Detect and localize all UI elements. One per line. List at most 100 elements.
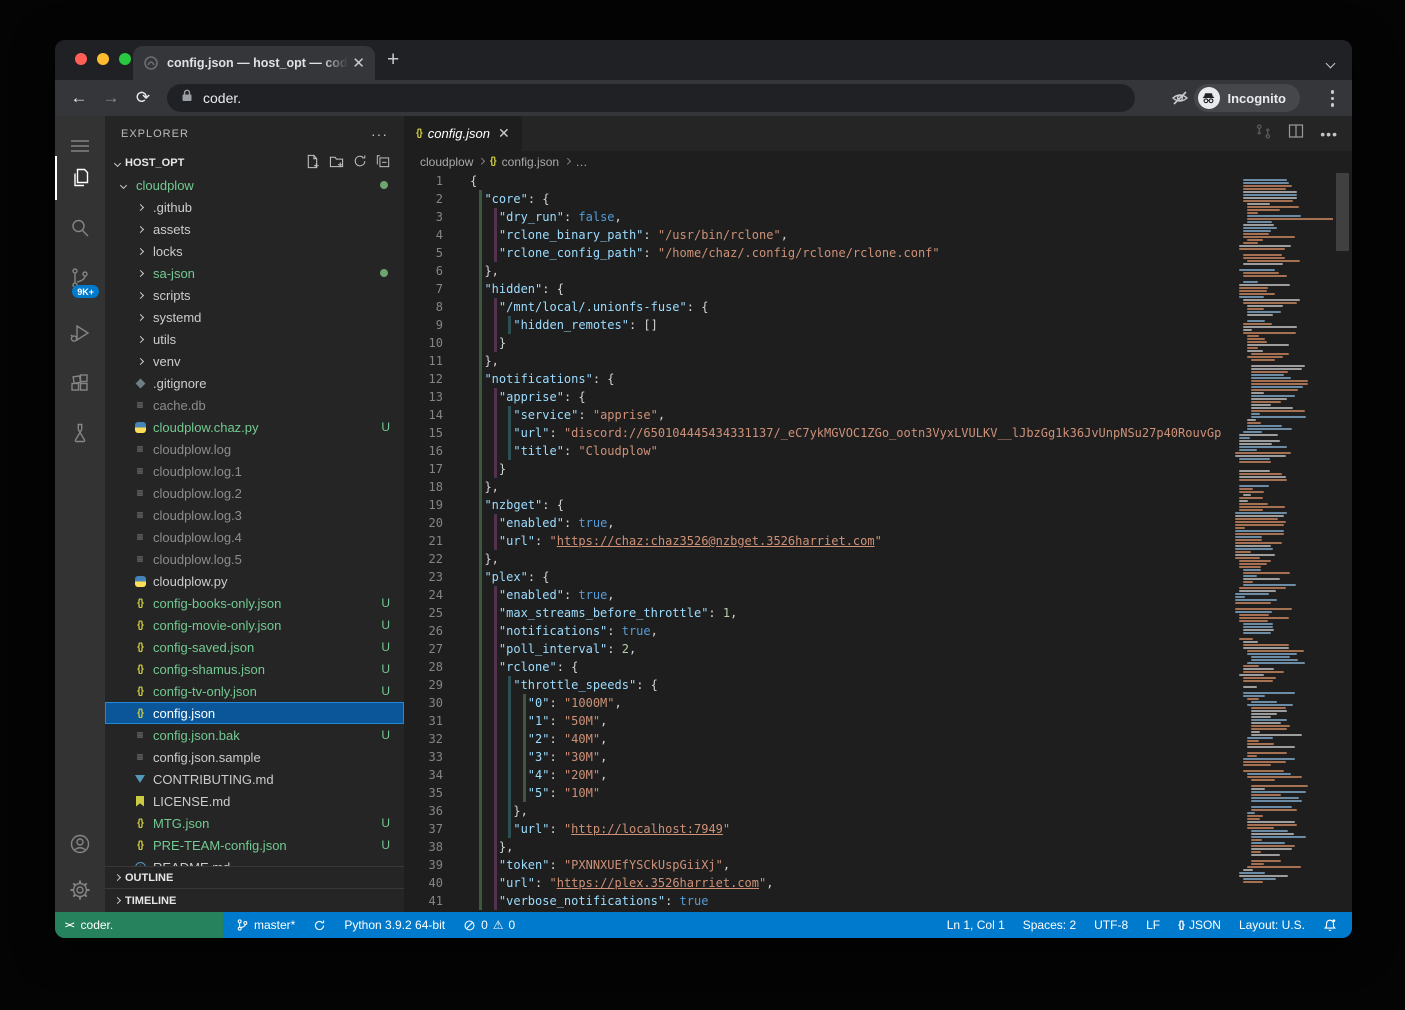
code-line-6[interactable]: 6 }, [404,262,1233,280]
forward-button[interactable]: → [95,88,127,108]
source-control-activity-icon[interactable]: 9K+ [55,256,105,300]
address-bar[interactable]: coder. [167,84,1135,112]
code-line-25[interactable]: 25 "max_streams_before_throttle": 1, [404,604,1233,622]
code-line-16[interactable]: 16 "title": "Cloudplow" [404,442,1233,460]
keyboard-layout-item[interactable]: Layout: U.S. [1230,918,1314,932]
explorer-more-actions-icon[interactable]: ··· [371,126,388,142]
extensions-activity-icon[interactable] [55,361,105,405]
tree-item-cloudplow-log-3[interactable]: ≡cloudplow.log.3 [105,504,404,526]
editor-scrollbar[interactable] [1333,172,1352,912]
language-mode-item[interactable]: {} JSON [1169,918,1230,932]
tree-item-config-tv-only-json[interactable]: {}config-tv-only.jsonU [105,680,404,702]
code-line-5[interactable]: 5 "rclone_config_path": "/home/chaz/.con… [404,244,1233,262]
workspace-section-header[interactable]: HOST_OPT [105,152,404,174]
tree-item-cloudplow-py[interactable]: cloudplow.py [105,570,404,592]
code-line-1[interactable]: 1{ [404,172,1233,190]
code-line-12[interactable]: 12 "notifications": { [404,370,1233,388]
tab-close-icon[interactable]: ✕ [352,54,365,72]
code-line-9[interactable]: 9 "hidden_remotes": [] [404,316,1233,334]
new-folder-icon[interactable] [329,154,344,172]
eye-off-icon[interactable] [1168,86,1192,110]
tree-item-cloudplow[interactable]: cloudplow [105,174,404,196]
code-line-33[interactable]: 33 "3": "30M", [404,748,1233,766]
browser-menu-icon[interactable] [1331,90,1335,107]
tree-item-config-json[interactable]: {}config.json [105,702,404,724]
code-line-14[interactable]: 14 "service": "apprise", [404,406,1233,424]
tab-search-chevron-icon[interactable] [1327,54,1334,72]
python-interpreter-item[interactable]: Python 3.9.2 64-bit [335,918,454,932]
tree-item-cloudplow-log-5[interactable]: ≡cloudplow.log.5 [105,548,404,570]
tree-item-cloudplow-log-2[interactable]: ≡cloudplow.log.2 [105,482,404,504]
sync-changes-item[interactable] [304,919,335,932]
tree-item-systemd[interactable]: systemd [105,306,404,328]
code-line-39[interactable]: 39 "token": "PXNNXUEfYSCkUspGiiXj", [404,856,1233,874]
code-line-4[interactable]: 4 "rclone_binary_path": "/usr/bin/rclone… [404,226,1233,244]
code-line-32[interactable]: 32 "2": "40M", [404,730,1233,748]
code-line-20[interactable]: 20 "enabled": true, [404,514,1233,532]
code-line-21[interactable]: 21 "url": "https://chaz:chaz3526@nzbget.… [404,532,1233,550]
browser-tab[interactable]: config.json — host_opt — code ✕ [133,46,375,80]
tree-item-contributing-md[interactable]: CONTRIBUTING.md [105,768,404,790]
refresh-icon[interactable] [353,154,367,172]
tree-item--gitignore[interactable]: .gitignore [105,372,404,394]
code-line-34[interactable]: 34 "4": "20M", [404,766,1233,784]
code-line-7[interactable]: 7 "hidden": { [404,280,1233,298]
scrollbar-thumb[interactable] [1336,173,1349,251]
code-line-11[interactable]: 11 }, [404,352,1233,370]
tree-item-config-saved-json[interactable]: {}config-saved.jsonU [105,636,404,658]
tree-item-cloudplow-chaz-py[interactable]: cloudplow.chaz.pyU [105,416,404,438]
code-line-40[interactable]: 40 "url": "https://plex.3526harriet.com"… [404,874,1233,892]
code-line-41[interactable]: 41 "verbose_notifications": true [404,892,1233,910]
tree-item-cloudplow-log-1[interactable]: ≡cloudplow.log.1 [105,460,404,482]
remote-indicator[interactable]: >< coder. [55,912,223,938]
tree-item-cache-db[interactable]: ≡cache.db [105,394,404,416]
tree-item-pre-team-config-json[interactable]: {}PRE-TEAM-config.jsonU [105,834,404,856]
tree-item-scripts[interactable]: scripts [105,284,404,306]
tree-item-cloudplow-log[interactable]: ≡cloudplow.log [105,438,404,460]
editor-more-actions-icon[interactable]: ••• [1320,126,1338,142]
close-window-button[interactable] [75,53,87,65]
code-line-27[interactable]: 27 "poll_interval": 2, [404,640,1233,658]
code-editor[interactable]: 1{2 "core": {3 "dry_run": false,4 "rclon… [404,172,1352,912]
open-changes-icon[interactable] [1255,123,1272,145]
tree-item-cloudplow-log-4[interactable]: ≡cloudplow.log.4 [105,526,404,548]
reload-button[interactable]: ⟳ [127,88,159,108]
tree-item-mtg-json[interactable]: {}MTG.jsonU [105,812,404,834]
indentation-item[interactable]: Spaces: 2 [1014,918,1085,932]
code-line-28[interactable]: 28 "rclone": { [404,658,1233,676]
code-line-26[interactable]: 26 "notifications": true, [404,622,1233,640]
tree-item-config-json-sample[interactable]: ≡config.json.sample [105,746,404,768]
accounts-icon[interactable] [55,822,105,866]
tree-item-venv[interactable]: venv [105,350,404,372]
tree-item-config-shamus-json[interactable]: {}config-shamus.jsonU [105,658,404,680]
settings-gear-icon[interactable] [55,868,105,912]
tree-item-sa-json[interactable]: sa-json [105,262,404,284]
back-button[interactable]: ← [63,88,95,108]
breadcrumb-folder[interactable]: cloudplow [420,155,473,169]
tree-item-utils[interactable]: utils [105,328,404,350]
timeline-section-header[interactable]: TIMELINE [105,888,404,912]
minimize-window-button[interactable] [97,53,109,65]
run-debug-activity-icon[interactable] [55,311,105,355]
encoding-item[interactable]: UTF-8 [1085,918,1137,932]
editor-tab-config-json[interactable]: {} config.json ✕ [404,116,522,151]
collapse-all-icon[interactable] [376,154,390,172]
code-line-17[interactable]: 17 } [404,460,1233,478]
code-line-22[interactable]: 22 }, [404,550,1233,568]
code-line-31[interactable]: 31 "1": "50M", [404,712,1233,730]
code-line-36[interactable]: 36 }, [404,802,1233,820]
code-line-38[interactable]: 38 }, [404,838,1233,856]
code-line-19[interactable]: 19 "nzbget": { [404,496,1233,514]
code-line-24[interactable]: 24 "enabled": true, [404,586,1233,604]
git-branch-item[interactable]: master* [227,918,304,932]
code-line-30[interactable]: 30 "0": "1000M", [404,694,1233,712]
code-line-8[interactable]: 8 "/mnt/local/.unionfs-fuse": { [404,298,1233,316]
problems-item[interactable]: 0 ⚠ 0 [454,918,524,932]
code-line-2[interactable]: 2 "core": { [404,190,1233,208]
code-line-10[interactable]: 10 } [404,334,1233,352]
tree-item-config-json-bak[interactable]: ≡config.json.bakU [105,724,404,746]
fullscreen-window-button[interactable] [119,53,131,65]
breadcrumb-symbol[interactable]: … [576,155,588,169]
breadcrumb-file[interactable]: config.json [502,155,559,169]
code-line-15[interactable]: 15 "url": "discord://650104445434331137/… [404,424,1233,442]
